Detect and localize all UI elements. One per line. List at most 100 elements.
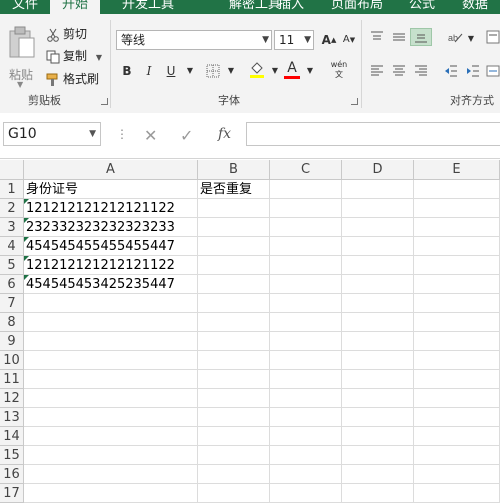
decrease-indent-button[interactable] — [442, 62, 460, 80]
cell-a8[interactable] — [24, 313, 198, 332]
cell-a10[interactable] — [24, 351, 198, 370]
cell-e11[interactable] — [414, 370, 500, 389]
row-header-9[interactable]: 9 — [0, 332, 24, 351]
cell-e16[interactable] — [414, 465, 500, 484]
cell-e8[interactable] — [414, 313, 500, 332]
tab-page-layout[interactable]: 页面布局 — [331, 0, 383, 14]
row-header-14[interactable]: 14 — [0, 427, 24, 446]
cell-c4[interactable] — [270, 237, 342, 256]
column-header-e[interactable]: E — [414, 160, 500, 180]
cell-b6[interactable] — [198, 275, 270, 294]
row-header-5[interactable]: 5 — [0, 256, 24, 275]
format-painter-button[interactable]: 格式刷 — [46, 70, 99, 88]
bottom-align-button[interactable] — [410, 28, 432, 46]
cell-e3[interactable] — [414, 218, 500, 237]
font-color-button[interactable]: A — [283, 59, 301, 79]
font-color-dropdown-icon[interactable]: ▼ — [301, 62, 319, 80]
name-box[interactable]: G10 ▼ — [3, 122, 101, 146]
shrink-font-button[interactable]: A▼ — [340, 31, 358, 49]
row-header-10[interactable]: 10 — [0, 351, 24, 370]
row-header-2[interactable]: 2 — [0, 199, 24, 218]
cell-b11[interactable] — [198, 370, 270, 389]
tab-insert[interactable]: 插入 — [278, 0, 304, 14]
font-size-combo[interactable]: 11 ▼ — [274, 30, 314, 50]
cell-c8[interactable] — [270, 313, 342, 332]
cell-a2[interactable]: 121212121212121122 — [24, 199, 198, 218]
cell-c1[interactable] — [270, 180, 342, 199]
cell-b5[interactable] — [198, 256, 270, 275]
cell-e14[interactable] — [414, 427, 500, 446]
cell-a9[interactable] — [24, 332, 198, 351]
cell-b8[interactable] — [198, 313, 270, 332]
error-indicator-icon[interactable] — [24, 275, 29, 280]
cell-c6[interactable] — [270, 275, 342, 294]
tab-home[interactable]: 开始 — [50, 0, 101, 14]
cell-e13[interactable] — [414, 408, 500, 427]
cell-b17[interactable] — [198, 484, 270, 503]
cell-d16[interactable] — [342, 465, 414, 484]
cell-d7[interactable] — [342, 294, 414, 313]
fill-color-dropdown-icon[interactable]: ▼ — [266, 62, 284, 80]
cell-d17[interactable] — [342, 484, 414, 503]
insert-function-button[interactable]: fx — [218, 126, 231, 142]
tab-developer[interactable]: 开发工具 — [122, 0, 174, 14]
column-header-c[interactable]: C — [270, 160, 342, 180]
middle-align-button[interactable] — [390, 28, 408, 46]
cell-d4[interactable] — [342, 237, 414, 256]
select-all-corner[interactable] — [0, 160, 24, 180]
borders-button[interactable] — [204, 62, 222, 80]
cell-a4[interactable]: 454545455455455447 — [24, 237, 198, 256]
cell-d2[interactable] — [342, 199, 414, 218]
cell-e2[interactable] — [414, 199, 500, 218]
tab-file[interactable]: 文件 — [12, 0, 38, 14]
cut-button[interactable]: 剪切 — [46, 25, 87, 43]
cell-c12[interactable] — [270, 389, 342, 408]
row-header-12[interactable]: 12 — [0, 389, 24, 408]
tab-data[interactable]: 数据 — [462, 0, 488, 14]
cell-c14[interactable] — [270, 427, 342, 446]
top-align-button[interactable] — [368, 28, 386, 46]
cell-d11[interactable] — [342, 370, 414, 389]
phonetic-button[interactable]: wén 文 — [326, 60, 352, 79]
cell-d10[interactable] — [342, 351, 414, 370]
row-header-3[interactable]: 3 — [0, 218, 24, 237]
error-indicator-icon[interactable] — [24, 237, 29, 242]
orientation-dropdown-icon[interactable]: ▼ — [462, 30, 480, 48]
tab-formulas[interactable]: 公式 — [409, 0, 435, 14]
formula-input[interactable] — [246, 122, 500, 146]
cell-e12[interactable] — [414, 389, 500, 408]
italic-button[interactable]: I — [140, 62, 158, 80]
confirm-entry-button[interactable]: ✓ — [180, 126, 193, 145]
cell-d6[interactable] — [342, 275, 414, 294]
cell-c16[interactable] — [270, 465, 342, 484]
align-center-button[interactable] — [390, 62, 408, 80]
cell-a1[interactable]: 身份证号 — [24, 180, 198, 199]
formula-bar-grip-icon[interactable]: ⋮ — [116, 127, 128, 141]
cell-e9[interactable] — [414, 332, 500, 351]
cell-b2[interactable] — [198, 199, 270, 218]
cell-b1[interactable]: 是否重复 — [198, 180, 270, 199]
cell-e7[interactable] — [414, 294, 500, 313]
row-header-15[interactable]: 15 — [0, 446, 24, 465]
cell-a17[interactable] — [24, 484, 198, 503]
cell-c7[interactable] — [270, 294, 342, 313]
cell-a15[interactable] — [24, 446, 198, 465]
font-launcher-icon[interactable] — [351, 98, 358, 105]
cell-b7[interactable] — [198, 294, 270, 313]
row-header-1[interactable]: 1 — [0, 180, 24, 199]
row-header-17[interactable]: 17 — [0, 484, 24, 503]
cell-c5[interactable] — [270, 256, 342, 275]
cell-b16[interactable] — [198, 465, 270, 484]
merge-center-button[interactable] — [484, 62, 500, 80]
bold-button[interactable]: B — [118, 62, 136, 80]
clipboard-launcher-icon[interactable] — [101, 98, 108, 105]
cell-c10[interactable] — [270, 351, 342, 370]
cell-d1[interactable] — [342, 180, 414, 199]
cell-c11[interactable] — [270, 370, 342, 389]
cell-b9[interactable] — [198, 332, 270, 351]
cell-e17[interactable] — [414, 484, 500, 503]
cell-a5[interactable]: 121212121212121122 — [24, 256, 198, 275]
copy-button[interactable]: 复制 ▼ — [46, 47, 102, 65]
cell-b14[interactable] — [198, 427, 270, 446]
font-name-combo[interactable]: 等线 ▼ — [116, 30, 272, 50]
